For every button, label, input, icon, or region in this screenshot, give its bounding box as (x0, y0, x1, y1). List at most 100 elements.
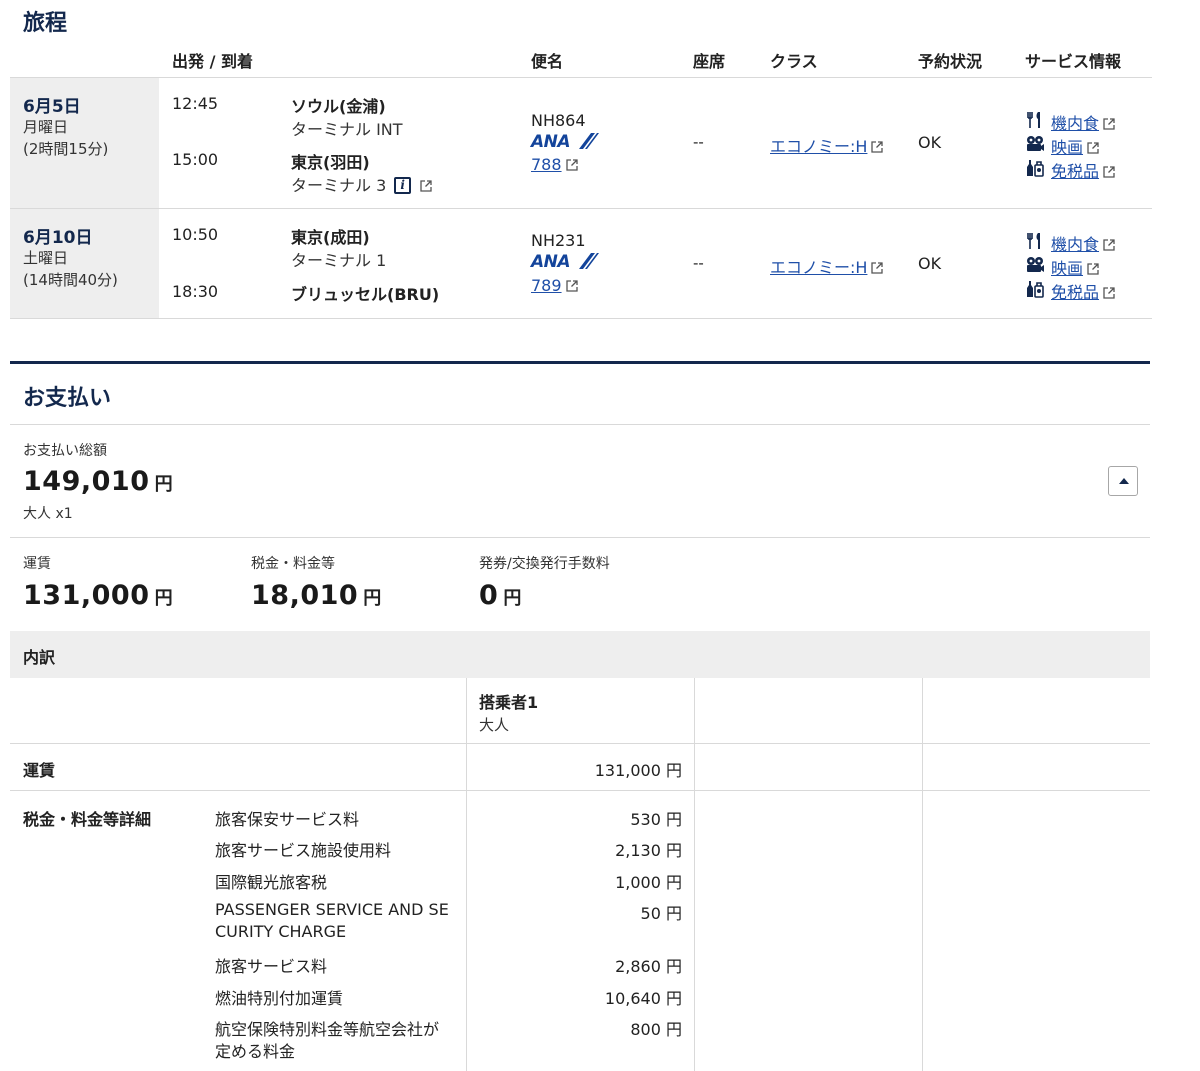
movie-icon (1027, 257, 1044, 272)
total-amount: 149,010 円 (23, 466, 173, 497)
tax-item-value: 800 円 (630, 1020, 682, 1039)
external-link-icon (565, 280, 578, 292)
divider (922, 678, 923, 1071)
arrival-time: 15:00 (172, 150, 219, 169)
arrival-place: ブリュッセル(BRU) (291, 285, 440, 304)
external-link-icon (1103, 118, 1115, 130)
service-meal-link[interactable]: 機内食 (1051, 231, 1115, 255)
divider (10, 790, 1150, 791)
collapse-button[interactable] (1108, 466, 1138, 496)
tax-item-name: 旅客サービス施設使用料 (215, 841, 392, 860)
segment-date-cell: 6月10日 土曜日 (14時間40分) (10, 209, 159, 318)
duty-free-icon (1027, 160, 1044, 177)
airline-logo: ANA (531, 132, 600, 152)
tax-item-value: 50 円 (640, 904, 682, 923)
pax-summary: 大人 x1 (23, 506, 73, 522)
tax-item-name: 国際観光旅客税 (215, 873, 328, 892)
airline-logo: ANA (531, 252, 600, 272)
header-dep-arr: 出発 / 到着 (172, 52, 253, 71)
breakdown-title: 内訳 (23, 648, 56, 667)
meal-icon (1027, 112, 1040, 128)
divider (10, 77, 1152, 78)
total-label: お支払い総額 (23, 443, 107, 459)
divider (10, 318, 1152, 319)
tax-item-name: PASSENGER SERVICE AND SE (215, 900, 449, 919)
fare-label: 運賃 (23, 556, 51, 572)
arrival-time: 18:30 (172, 282, 219, 301)
segment-date: 6月5日 (23, 97, 81, 117)
tax-item-value: 1,000 円 (615, 873, 682, 892)
class-link[interactable]: エコノミー:H (770, 133, 884, 157)
aircraft-link[interactable]: 788 (531, 155, 578, 174)
ana-stripe-icon (579, 133, 600, 149)
segment-weekday: 土曜日 (23, 249, 69, 267)
tax-item-name: 旅客サービス料 (215, 957, 328, 976)
divider (10, 537, 1150, 538)
departure-place: 東京(成田) (291, 228, 370, 247)
departure-time: 12:45 (172, 94, 219, 113)
flight-number: NH231 (531, 231, 586, 250)
tax-item-value: 530 円 (630, 810, 682, 829)
tax-label: 税金・料金等 (251, 556, 335, 572)
header-class: クラス (770, 52, 818, 71)
external-link-icon (1087, 142, 1099, 154)
breakdown-header (10, 631, 1150, 678)
departure-terminal: ターミナル 1 (291, 251, 387, 270)
tax-item-value: 10,640 円 (604, 989, 682, 1008)
external-link-icon (1087, 263, 1099, 275)
service-movie-link[interactable]: 映画 (1051, 255, 1099, 279)
fare-row-label: 運賃 (23, 761, 56, 780)
tax-item-name: 燃油特別付加運賃 (215, 989, 344, 1008)
segment-date: 6月10日 (23, 228, 93, 248)
section-divider (10, 361, 1150, 364)
seat-value: -- (693, 133, 704, 151)
external-link-icon[interactable] (420, 180, 433, 192)
tax-item-name-cont: CURITY CHARGE (215, 922, 347, 941)
tax-item-name-cont: 定める料金 (215, 1042, 296, 1061)
fee-amount: 0 円 (479, 580, 522, 611)
meal-icon (1027, 233, 1040, 249)
departure-place: ソウル(金浦) (291, 97, 386, 116)
arrival-terminal: ターミナル 3 i (291, 172, 433, 196)
departure-time: 10:50 (172, 225, 219, 244)
segment-date-cell: 6月5日 月曜日 (2時間15分) (10, 78, 159, 208)
external-link-icon (1103, 166, 1115, 178)
ana-stripe-icon (579, 253, 600, 269)
service-dutyfree-link[interactable]: 免税品 (1051, 158, 1115, 182)
segment-duration: (2時間15分) (23, 140, 109, 158)
itinerary-title: 旅程 (23, 11, 68, 36)
segment-weekday: 月曜日 (23, 118, 69, 136)
tax-amount: 18,010 円 (251, 580, 382, 611)
passenger-type: 大人 (479, 716, 510, 734)
booking-status: OK (918, 133, 942, 152)
arrival-terminal-label: ターミナル 3 (291, 176, 387, 195)
divider (10, 424, 1150, 425)
aircraft-link[interactable]: 789 (531, 276, 578, 295)
tax-item-value: 2,860 円 (615, 957, 682, 976)
tax-item-name: 旅客保安サービス料 (215, 810, 360, 829)
movie-icon (1027, 136, 1044, 151)
seat-value: -- (693, 254, 704, 272)
fee-label: 発券/交換発行手数料 (479, 556, 610, 572)
tax-item-value: 2,130 円 (615, 841, 682, 860)
divider (10, 208, 1152, 209)
divider (10, 743, 1150, 744)
external-link-icon (1103, 287, 1115, 299)
duty-free-icon (1027, 281, 1044, 298)
header-status: 予約状況 (918, 52, 983, 71)
external-link-icon (871, 141, 884, 153)
header-seat: 座席 (693, 52, 726, 71)
external-link-icon (871, 262, 884, 274)
fare-amount: 131,000 円 (23, 580, 173, 611)
booking-status: OK (918, 254, 942, 273)
header-service: サービス情報 (1025, 52, 1122, 71)
class-link[interactable]: エコノミー:H (770, 254, 884, 278)
header-flight: 便名 (531, 52, 564, 71)
service-dutyfree-link[interactable]: 免税品 (1051, 279, 1115, 303)
tax-detail-label: 税金・料金等詳細 (23, 810, 152, 829)
arrival-place: 東京(羽田) (291, 153, 370, 172)
info-icon[interactable]: i (394, 177, 412, 194)
service-meal-link[interactable]: 機内食 (1051, 110, 1115, 134)
service-movie-link[interactable]: 映画 (1051, 134, 1099, 158)
tax-item-name: 航空保険特別料金等航空会社が (215, 1020, 440, 1039)
